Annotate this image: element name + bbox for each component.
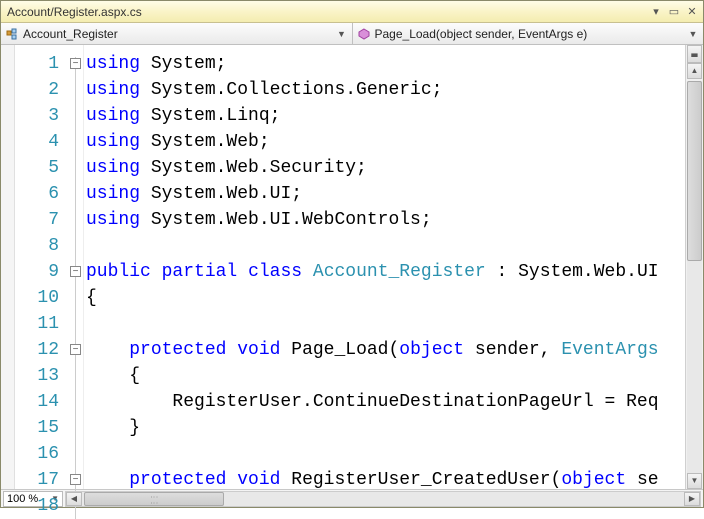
vertical-scrollbar[interactable]: ▃ ▲ ▼ [685, 45, 703, 489]
line-number: 13 [15, 363, 59, 389]
member-selector-label: Page_Load(object sender, EventArgs e) [375, 27, 688, 41]
code-area[interactable]: using System;using System.Collections.Ge… [83, 45, 685, 489]
line-number: 18 [15, 493, 59, 519]
split-handle[interactable]: ▃ [687, 45, 702, 63]
code-line[interactable]: using System.Web.UI.WebControls; [84, 207, 685, 233]
dropdown-menu-icon[interactable]: ▾ [649, 5, 663, 19]
editor-statusbar: 100 % ▼ ◀ ▶ [1, 489, 703, 507]
close-icon[interactable]: ✕ [685, 5, 699, 19]
scroll-down-button[interactable]: ▼ [687, 473, 702, 489]
class-icon [5, 27, 19, 41]
scroll-left-button[interactable]: ◀ [66, 492, 82, 506]
line-number: 4 [15, 129, 59, 155]
line-number-gutter: 123456789101112131415161718 [15, 45, 69, 489]
scrollbar-thumb[interactable] [687, 81, 702, 261]
code-line[interactable]: using System.Linq; [84, 103, 685, 129]
horizontal-scrollbar[interactable]: ◀ ▶ [65, 491, 701, 507]
line-number: 14 [15, 389, 59, 415]
fold-toggle[interactable]: − [70, 474, 81, 485]
scroll-up-button[interactable]: ▲ [687, 63, 702, 79]
code-line[interactable]: { [84, 285, 685, 311]
document-title: Account/Register.aspx.cs [5, 5, 649, 19]
indicator-margin [1, 45, 15, 489]
code-line[interactable] [84, 441, 685, 467]
code-line[interactable]: protected void Page_Load(object sender, … [84, 337, 685, 363]
line-number: 5 [15, 155, 59, 181]
fold-toggle[interactable]: − [70, 266, 81, 277]
line-number: 16 [15, 441, 59, 467]
member-selector-dropdown[interactable]: Page_Load(object sender, EventArgs e) ▼ [353, 23, 704, 44]
code-line[interactable]: { [84, 363, 685, 389]
document-tab-header: Account/Register.aspx.cs ▾ ▭ ✕ [1, 1, 703, 23]
line-number: 17 [15, 467, 59, 493]
code-line[interactable]: using System; [84, 51, 685, 77]
line-number: 11 [15, 311, 59, 337]
code-line[interactable] [84, 233, 685, 259]
code-editor[interactable]: 123456789101112131415161718 −−−− using S… [1, 45, 703, 489]
class-selector-dropdown[interactable]: Account_Register ▼ [1, 23, 353, 44]
line-number: 7 [15, 207, 59, 233]
line-number: 12 [15, 337, 59, 363]
maximize-icon[interactable]: ▭ [667, 5, 681, 19]
navigation-bar: Account_Register ▼ Page_Load(object send… [1, 23, 703, 45]
line-number: 8 [15, 233, 59, 259]
window-buttons: ▾ ▭ ✕ [649, 5, 699, 19]
line-number: 1 [15, 51, 59, 77]
line-number: 15 [15, 415, 59, 441]
code-line[interactable]: using System.Web; [84, 129, 685, 155]
code-line[interactable]: public partial class Account_Register : … [84, 259, 685, 285]
line-number: 10 [15, 285, 59, 311]
line-number: 3 [15, 103, 59, 129]
line-number: 2 [15, 77, 59, 103]
outlining-gutter: − − − − [69, 45, 83, 489]
code-line[interactable]: using System.Web.UI; [84, 181, 685, 207]
scrollbar-thumb[interactable] [84, 492, 224, 506]
code-line[interactable]: } [84, 415, 685, 441]
chevron-down-icon: ▼ [687, 29, 699, 39]
fold-toggle[interactable]: − [70, 344, 81, 355]
line-number: 9 [15, 259, 59, 285]
code-line[interactable]: using System.Collections.Generic; [84, 77, 685, 103]
class-selector-label: Account_Register [23, 27, 336, 41]
code-line[interactable]: using System.Web.Security; [84, 155, 685, 181]
chevron-down-icon: ▼ [336, 29, 348, 39]
line-number: 6 [15, 181, 59, 207]
scroll-right-button[interactable]: ▶ [684, 492, 700, 506]
code-line[interactable]: protected void RegisterUser_CreatedUser(… [84, 467, 685, 489]
code-line[interactable] [84, 311, 685, 337]
code-line[interactable]: RegisterUser.ContinueDestinationPageUrl … [84, 389, 685, 415]
fold-toggle[interactable]: − [70, 58, 81, 69]
method-icon [357, 27, 371, 41]
